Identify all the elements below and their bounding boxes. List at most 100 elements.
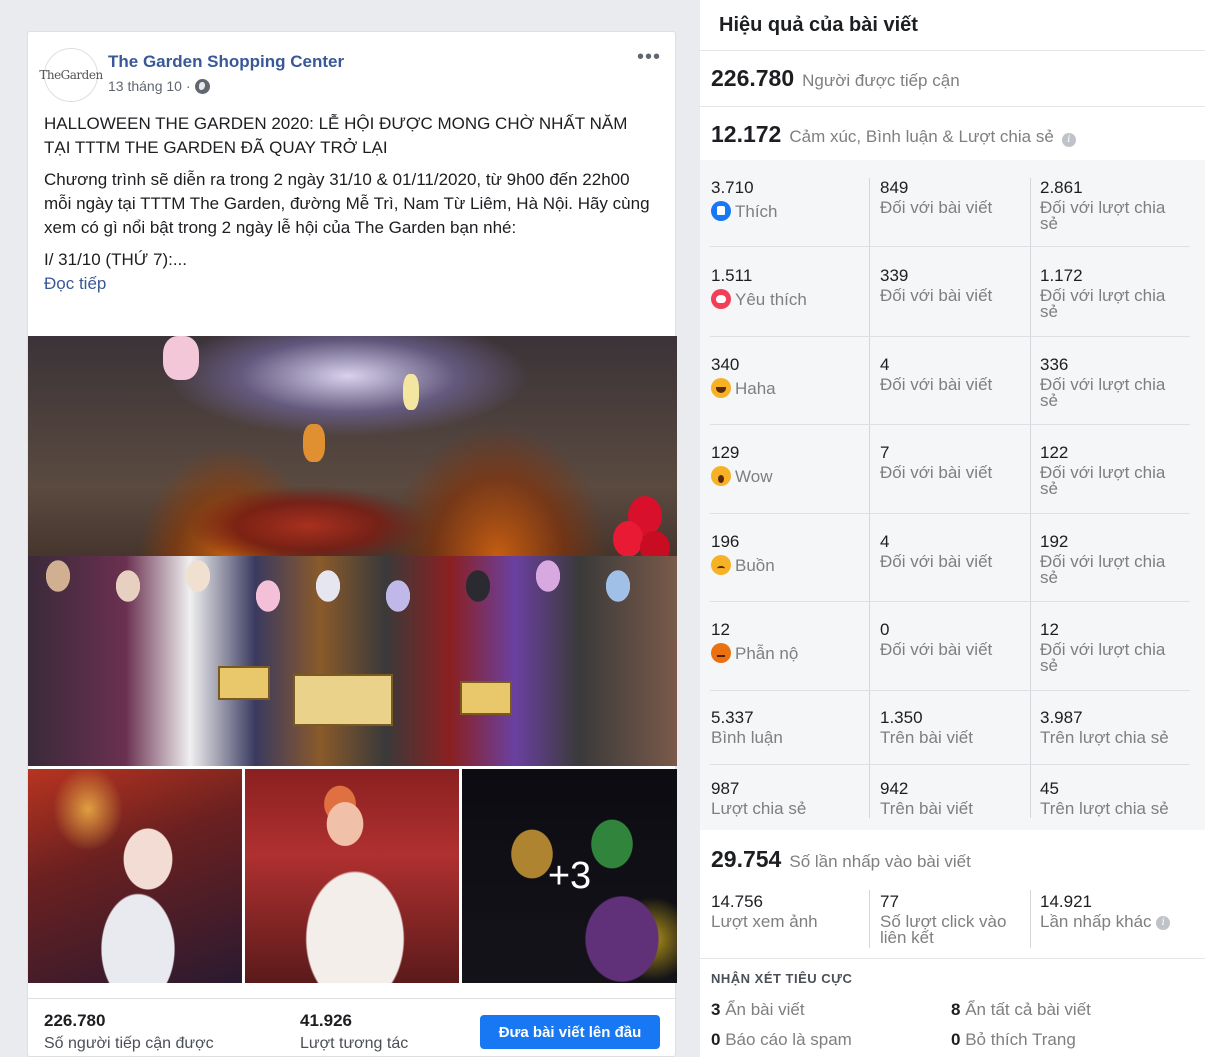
shares-on-shares-label: Trên lượt chia sẻ [1040, 799, 1169, 818]
reaction-on-shares-value: 122 [1040, 443, 1069, 462]
clicks-total: 29.754 [711, 846, 782, 872]
info-icon[interactable]: i [1156, 915, 1171, 930]
shares-value: 987 [711, 779, 740, 798]
reaction-total: 3.710 [711, 178, 754, 197]
reaction-on-shares: 1.172 Đối với lượt chia sẻ [1040, 266, 1166, 320]
sad-icon [711, 555, 731, 575]
unlike-label: Bỏ thích Trang [965, 1030, 1076, 1049]
row-divider [710, 246, 1190, 247]
photo-thumbnail[interactable] [245, 769, 459, 983]
comments-total: 5.337 Bình luận [711, 708, 783, 747]
info-icon[interactable]: i [1061, 133, 1076, 147]
reaction-name: Phẫn nộ [735, 644, 799, 663]
reactions-total-label: Cảm xúc, Bình luận & Lượt chia sẻ [789, 127, 1054, 146]
other-clicks-value: 14.921 [1040, 892, 1092, 911]
clicks-total-row: 29.754 Số lần nhấp vào bài viết [700, 830, 1205, 886]
post-date[interactable]: 13 tháng 10 · [108, 78, 191, 94]
reaction-on-shares-label: Đối với lượt chia [1040, 640, 1166, 659]
shares-on-shares-value: 45 [1040, 779, 1059, 798]
column-divider [869, 890, 870, 948]
photo-thumbnail[interactable] [28, 769, 242, 983]
comments-on-shares-label: Trên lượt chia sẻ [1040, 728, 1169, 747]
hide-post-label: Ẩn bài viết [725, 1000, 805, 1019]
reaction-on-post: 4 Đối với bài viết [880, 532, 992, 570]
insights-panel: Hiệu quả của bài viết 226.780 Người được… [700, 0, 1215, 1057]
reaction-on-post-label: Đối với bài viết [880, 198, 993, 217]
reactions-total: 12.172 [711, 121, 782, 147]
balloon-decoration [613, 521, 643, 557]
page-avatar[interactable]: TheGarden [39, 48, 103, 102]
reaction-haha: 340 Haha [711, 355, 776, 398]
other-clicks: 14.921 Lần nhấp khác i [1040, 892, 1171, 930]
comments-on-post-label: Trên bài viết [880, 728, 973, 747]
reaction-on-post-value: 4 [880, 532, 890, 551]
post-meta: 13 tháng 10 · [108, 78, 210, 94]
reaction-like: 3.710 Thích [711, 178, 778, 221]
shares-on-post-value: 942 [880, 779, 909, 798]
reach-row: 226.780 Người được tiếp cận [700, 50, 1205, 106]
reaction-label: Haha [711, 378, 776, 398]
row-divider [710, 336, 1190, 337]
reaction-on-shares: 2.861 Đối với lượt chia sẻ [1040, 178, 1166, 232]
comments-label: Bình luận [711, 728, 783, 747]
engagement-stat: 41.926 Lượt tương tác [300, 1011, 408, 1053]
reaction-name: Wow [735, 467, 773, 486]
reaction-love: 1.511 Yêu thích [711, 266, 807, 309]
reaction-on-post-label: Đối với bài viết [880, 640, 993, 659]
reaction-angry: 12 Phẫn nộ [711, 620, 798, 663]
page-name-link[interactable]: The Garden Shopping Center [108, 52, 344, 72]
reaction-on-shares-label: Đối với lượt chia [1040, 375, 1166, 394]
reach-total: 226.780 [711, 65, 795, 91]
reaction-on-shares-label: Đối với lượt chia [1040, 286, 1166, 305]
reaction-label: Buồn [711, 555, 775, 575]
reach-number: 226.780 [44, 1011, 106, 1030]
cosplay-crowd [28, 556, 677, 766]
row-divider [710, 764, 1190, 765]
reaction-on-post: 339 Đối với bài viết [880, 266, 993, 305]
spam-value: 0 [711, 1030, 721, 1049]
lantern-decoration [163, 336, 199, 380]
comments-on-post: 1.350 Trên bài viết [880, 708, 973, 747]
reaction-on-post-value: 849 [880, 178, 909, 197]
more-options-icon[interactable]: ••• [637, 46, 661, 69]
reaction-on-shares-label: Đối với lượt chia [1040, 552, 1166, 571]
unlike-value: 0 [951, 1030, 961, 1049]
shares-on-post: 942 Trên bài viết [880, 779, 973, 818]
reaction-on-shares-label: Đối với lượt chia [1040, 198, 1166, 217]
post-footer: 226.780 Số người tiếp cận được 41.926 Lư… [28, 998, 675, 1057]
hide-all-label: Ẩn tất cả bài viết [965, 1000, 1091, 1019]
lantern-decoration [403, 374, 419, 410]
reaction-on-shares: 192 Đối với lượt chia sẻ [1040, 532, 1166, 587]
reaction-on-shares-label: sẻ [1040, 479, 1058, 498]
post-body: Chương trình sẽ diễn ra trong 2 ngày 31/… [44, 170, 650, 237]
column-divider [1030, 890, 1031, 948]
more-photos-overlay[interactable]: +3 [462, 769, 677, 983]
reach-stat: 226.780 Số người tiếp cận được [44, 1011, 214, 1053]
read-more-link[interactable]: Đọc tiếp [44, 272, 654, 296]
reaction-on-shares-label: sẻ [1040, 568, 1058, 587]
column-divider [869, 178, 870, 818]
reactions-breakdown: 3.710 Thích 849 Đối với bài viết 2.861 Đ… [700, 160, 1205, 830]
reaction-on-shares: 336 Đối với lượt chia sẻ [1040, 355, 1166, 409]
unlike-page-count: 0 Bỏ thích Trang [951, 1030, 1076, 1050]
boost-post-button[interactable]: Đưa bài viết lên đầu [480, 1015, 660, 1049]
comments-value: 5.337 [711, 708, 754, 727]
clicks-total-label: Số lần nhấp vào bài viết [789, 852, 971, 871]
shares-on-shares: 45 Trên lượt chia sẻ [1040, 779, 1169, 818]
reaction-on-shares-label: Đối với lượt chia [1040, 463, 1166, 482]
comments-on-shares-value: 3.987 [1040, 708, 1083, 727]
reaction-total: 340 [711, 355, 740, 374]
award-sign [218, 666, 270, 700]
post-header: TheGarden The Garden Shopping Center 13 … [28, 32, 675, 102]
reaction-on-shares-value: 12 [1040, 620, 1059, 639]
clicks-breakdown: 14.756 Lượt xem ảnh 77 Số lượt click vào… [700, 884, 1205, 958]
reaction-name: Thích [735, 202, 778, 221]
reaction-on-post-label: Đối với bài viết [880, 286, 993, 305]
column-divider [1030, 178, 1031, 818]
post-text: HALLOWEEN THE GARDEN 2020: LỄ HỘI ĐƯỢC M… [44, 112, 654, 296]
like-icon [711, 201, 731, 221]
shares-total: 987 Lượt chia sẻ [711, 779, 806, 817]
main-photo[interactable] [28, 336, 677, 766]
reaction-name: Buồn [735, 556, 775, 575]
shares-on-post-label: Trên bài viết [880, 799, 973, 818]
